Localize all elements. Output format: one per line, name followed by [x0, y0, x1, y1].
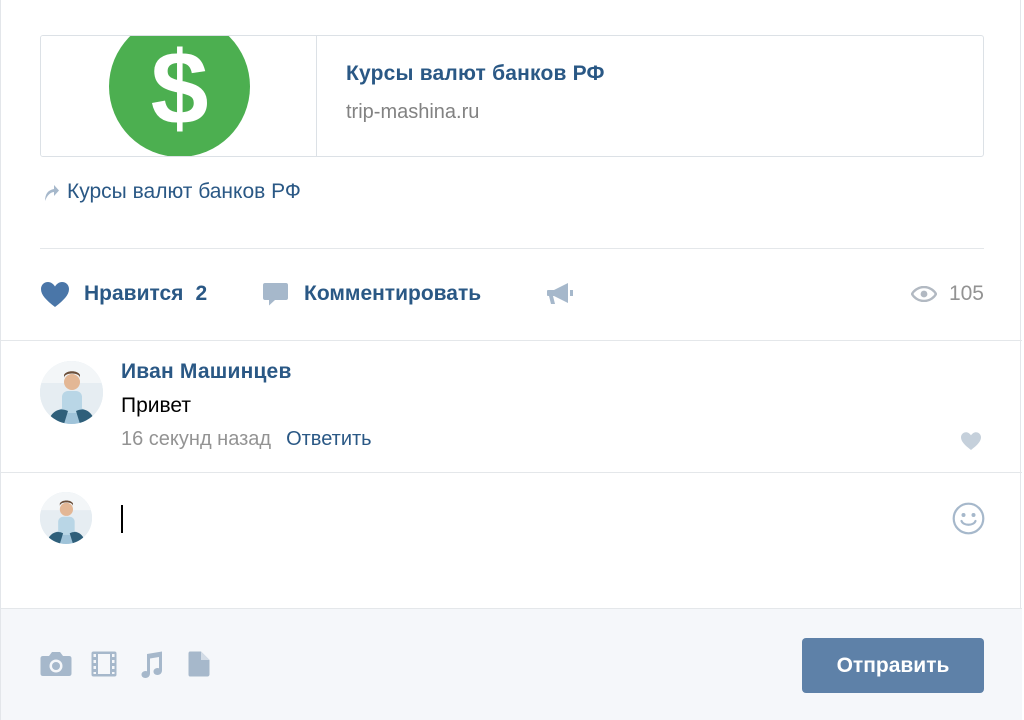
comment-like-icon[interactable]: [960, 431, 982, 451]
heart-icon: [41, 281, 69, 307]
attached-link[interactable]: Курсы валют банков РФ: [42, 180, 301, 204]
composer-toolbar: Отправить: [1, 608, 1022, 720]
avatar[interactable]: [40, 361, 103, 424]
music-icon[interactable]: [138, 651, 164, 678]
link-snippet[interactable]: $ Курсы валют банков РФ trip-mashina.ru: [40, 35, 984, 157]
comment-author[interactable]: Иван Машинцев: [121, 360, 292, 384]
attached-link-text[interactable]: Курсы валют банков РФ: [67, 180, 301, 204]
dollar-icon: $: [109, 36, 250, 156]
like-button[interactable]: Нравится 2: [40, 276, 207, 312]
views-count: 105: [948, 282, 984, 305]
post-card: $ Курсы валют банков РФ trip-mashina.ru …: [0, 0, 1022, 720]
snippet-title[interactable]: Курсы валют банков РФ: [346, 62, 605, 86]
avatar[interactable]: [40, 492, 92, 544]
snippet-thumbnail[interactable]: $: [41, 36, 317, 156]
comment-label: Комментировать: [304, 282, 482, 305]
like-label: Нравится: [84, 282, 184, 305]
comment-meta: 16 секунд назад Ответить: [121, 428, 372, 451]
like-count: 2: [195, 282, 208, 305]
megaphone-icon: [547, 283, 573, 304]
comment-time[interactable]: 16 секунд назад: [121, 428, 271, 451]
divider: [40, 248, 984, 249]
comment-icon: [263, 283, 288, 306]
views-counter: 105: [910, 276, 984, 312]
video-icon[interactable]: [91, 651, 117, 677]
post-actions: Нравится 2 Комментировать 105: [40, 276, 984, 312]
camera-icon[interactable]: [40, 651, 72, 677]
comment-item: Иван Машинцев Привет 16 секунд назад Отв…: [1, 341, 1022, 472]
link-arrow-icon: [45, 185, 59, 201]
reply-button[interactable]: Ответить: [286, 428, 372, 451]
document-icon[interactable]: [188, 651, 210, 677]
comment-button[interactable]: Комментировать: [262, 276, 481, 312]
snippet-domain: trip-mashina.ru: [346, 101, 480, 123]
text-caret: [121, 505, 123, 533]
share-button[interactable]: [546, 276, 574, 312]
comment-input[interactable]: [119, 499, 939, 539]
comment-text: Привет: [121, 394, 192, 417]
send-button[interactable]: Отправить: [802, 638, 984, 693]
comment-composer: [1, 473, 1022, 608]
smiley-icon[interactable]: [952, 502, 985, 535]
svg-text:$: $: [151, 36, 209, 147]
eye-icon: [910, 286, 937, 302]
